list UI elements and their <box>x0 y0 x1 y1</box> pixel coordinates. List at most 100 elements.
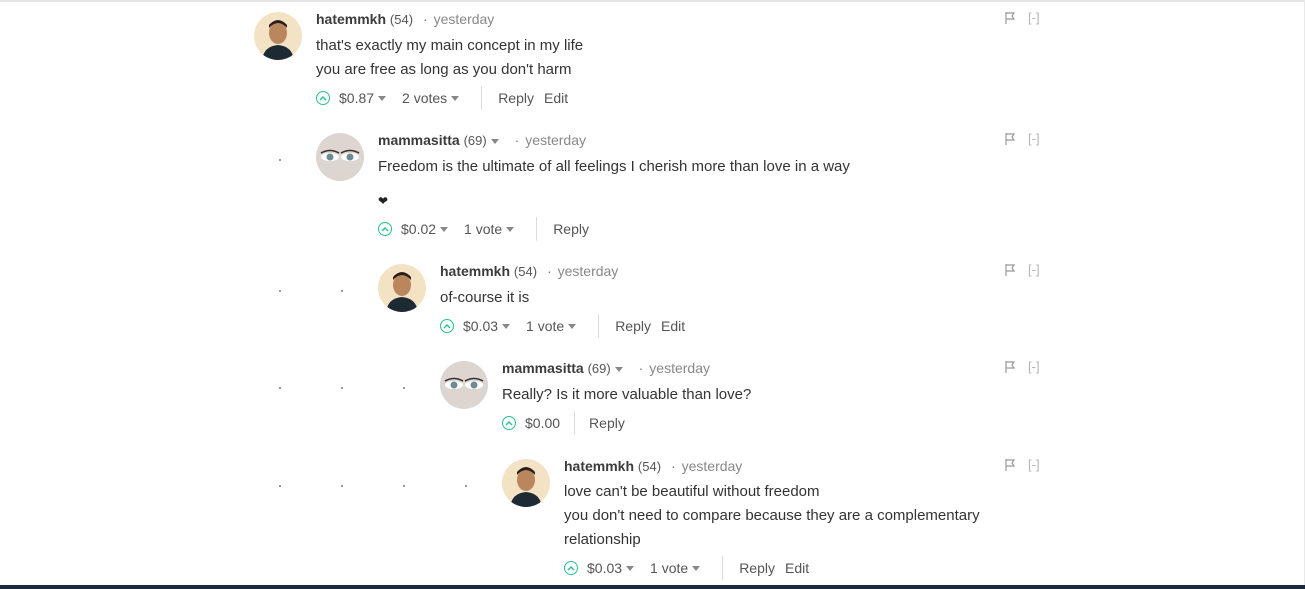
thread-guide-dot <box>403 387 405 389</box>
taskbar-edge <box>0 585 1305 589</box>
author-reputation: (54) <box>389 12 414 27</box>
top-divider <box>0 0 1305 2</box>
reply-button[interactable]: Reply <box>739 559 775 577</box>
meta-separator: · <box>638 360 644 376</box>
flag-icon[interactable] <box>1004 11 1016 25</box>
chevron-down-icon[interactable] <box>626 565 635 571</box>
comment-body: Freedom is the ultimate of all feelings … <box>378 155 850 213</box>
payout-value[interactable]: $0.02 <box>401 220 436 238</box>
comment-footer: $0.03 1 vote Reply Edit <box>564 556 819 580</box>
meta-separator: · <box>546 263 552 279</box>
thread-guide-dot <box>279 485 281 487</box>
chevron-down-icon[interactable] <box>692 565 701 571</box>
collapse-toggle[interactable]: [-] <box>1028 131 1040 146</box>
flag-icon[interactable] <box>1004 458 1016 472</box>
author-reputation: (54) <box>513 264 538 279</box>
author-name[interactable]: hatemmkh <box>564 458 634 474</box>
thread-guide-dot <box>403 485 405 487</box>
collapse-toggle[interactable]: [-] <box>1028 10 1040 25</box>
collapse-toggle[interactable]: [-] <box>1028 262 1040 277</box>
reply-button[interactable]: Reply <box>589 414 625 432</box>
divider <box>574 411 576 435</box>
payout-value[interactable]: $0.87 <box>339 89 374 107</box>
upvote-icon[interactable] <box>564 561 578 575</box>
upvote-icon[interactable] <box>378 222 392 236</box>
payout-value[interactable]: $0.03 <box>463 317 498 335</box>
thread-guide-dot <box>341 290 343 292</box>
votes-count[interactable]: 2 votes <box>402 89 447 107</box>
reply-button[interactable]: Reply <box>553 220 589 238</box>
avatar[interactable] <box>502 459 550 507</box>
comment-body: Really? Is it more valuable than love? <box>502 383 751 407</box>
avatar[interactable] <box>440 361 488 409</box>
edit-button[interactable]: Edit <box>661 317 685 335</box>
comment-line: love can't be beautiful without freedom <box>564 483 820 500</box>
author-name[interactable]: mammasitta <box>378 132 460 148</box>
chevron-down-icon[interactable] <box>451 95 460 101</box>
thread-guide-dot <box>465 485 467 487</box>
chevron-down-icon[interactable] <box>490 138 499 144</box>
comment-line: you are free as long as you don't harm <box>316 61 572 78</box>
thread-guide-dot <box>341 387 343 389</box>
meta-separator: · <box>670 458 676 474</box>
comment-footer: $0.02 1 vote Reply <box>378 217 599 241</box>
author-name[interactable]: mammasitta <box>502 360 584 376</box>
upvote-icon[interactable] <box>440 319 454 333</box>
payout-value[interactable]: $0.03 <box>587 559 622 577</box>
edit-button[interactable]: Edit <box>544 89 568 107</box>
comment-body: that's exactly my main concept in my lif… <box>316 34 583 82</box>
reply-button[interactable]: Reply <box>615 317 651 335</box>
author-name[interactable]: hatemmkh <box>440 263 510 279</box>
comment-line: relationship <box>564 531 641 548</box>
thread-guide-dot <box>279 290 281 292</box>
flag-icon[interactable] <box>1004 132 1016 146</box>
comment-timestamp[interactable]: yesterday <box>434 11 495 27</box>
comment-timestamp[interactable]: yesterday <box>649 360 710 376</box>
comment-timestamp[interactable]: yesterday <box>682 458 743 474</box>
comment-body: of-course it is <box>440 286 529 310</box>
author-reputation: (69) <box>587 361 611 376</box>
avatar[interactable] <box>378 264 426 312</box>
comment-line: Freedom is the ultimate of all feelings … <box>378 158 850 175</box>
avatar[interactable] <box>254 12 302 60</box>
comment-line: of-course it is <box>440 289 530 306</box>
collapse-toggle[interactable]: [-] <box>1028 457 1040 472</box>
comment-line: you don't need to compare because they a… <box>564 507 980 524</box>
chevron-down-icon[interactable] <box>440 226 449 232</box>
meta-separator: · <box>422 11 428 27</box>
comment-line <box>378 179 850 189</box>
comment-footer: $0.03 1 vote Reply Edit <box>440 314 695 338</box>
divider <box>598 314 600 338</box>
flag-icon[interactable] <box>1004 263 1016 277</box>
author-name[interactable]: hatemmkh <box>316 11 386 27</box>
upvote-icon[interactable] <box>316 91 330 105</box>
thread-guide-dot <box>341 485 343 487</box>
comment-line: that's exactly my main concept in my lif… <box>316 37 584 54</box>
votes-count[interactable]: 1 vote <box>526 317 564 335</box>
chevron-down-icon[interactable] <box>568 323 577 329</box>
divider <box>536 217 538 241</box>
meta-separator: · <box>514 132 520 148</box>
chevron-down-icon[interactable] <box>378 95 387 101</box>
comment-body: love can't be beautiful without freedom … <box>564 480 980 552</box>
comment-timestamp[interactable]: yesterday <box>525 132 586 148</box>
chevron-down-icon[interactable] <box>502 323 511 329</box>
chevron-down-icon[interactable] <box>506 226 515 232</box>
upvote-icon[interactable] <box>502 416 516 430</box>
divider <box>722 556 724 580</box>
comment: hatemmkh (54) · yesterday of-course it is… <box>378 262 1138 342</box>
collapse-toggle[interactable]: [-] <box>1028 359 1040 374</box>
votes-count[interactable]: 1 vote <box>650 559 688 577</box>
comment-line: Really? Is it more valuable than love? <box>502 386 752 403</box>
comment: mammasitta (69) · yesterday Really? Is it… <box>440 359 1200 439</box>
payout-value[interactable]: $0.00 <box>525 414 560 432</box>
comment: hatemmkh (54) · yesterday that's exactly … <box>254 10 1040 110</box>
edit-button[interactable]: Edit <box>785 559 809 577</box>
reply-button[interactable]: Reply <box>498 89 534 107</box>
votes-count[interactable]: 1 vote <box>464 220 502 238</box>
chevron-down-icon[interactable] <box>614 366 623 372</box>
avatar[interactable] <box>316 133 364 181</box>
thread-guide-dot <box>279 387 281 389</box>
flag-icon[interactable] <box>1004 360 1016 374</box>
comment-timestamp[interactable]: yesterday <box>558 263 619 279</box>
